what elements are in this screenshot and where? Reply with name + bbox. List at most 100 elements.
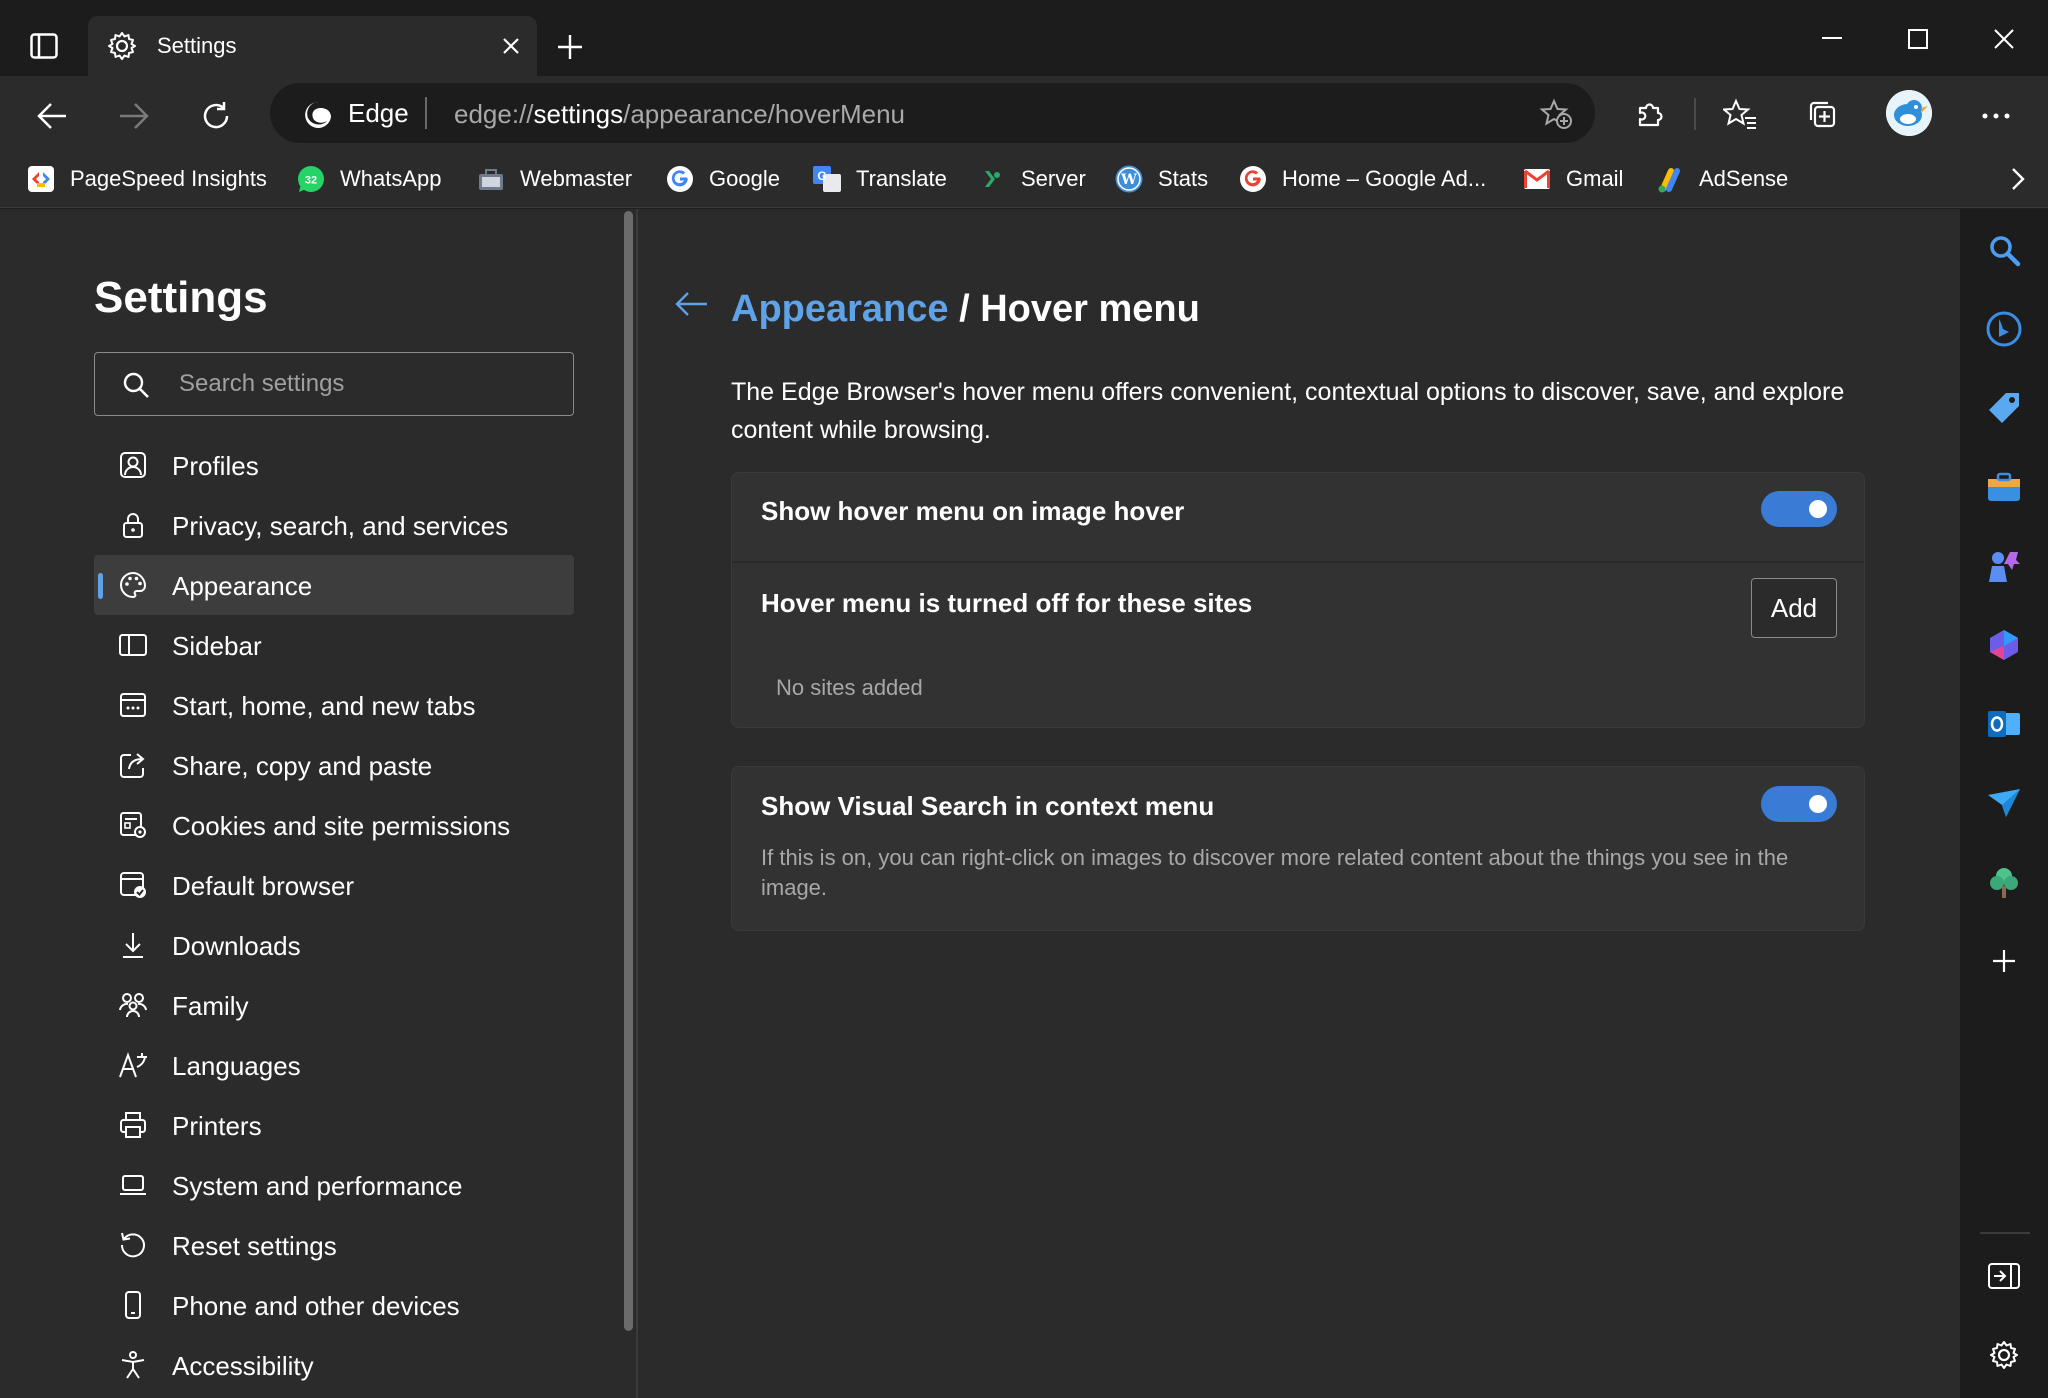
visual-search-card: Show Visual Search in context menu If th… xyxy=(731,766,1865,931)
toolbar-separator xyxy=(1694,98,1696,130)
new-tab-icon[interactable] xyxy=(554,31,586,63)
refresh-icon[interactable] xyxy=(198,98,234,134)
languages-icon xyxy=(118,1050,148,1080)
extensions-icon[interactable] xyxy=(1632,96,1668,132)
search-box[interactable] xyxy=(94,352,574,416)
nav-item-system[interactable]: System and performance xyxy=(94,1155,574,1215)
lock-icon xyxy=(118,510,148,540)
favorites-bar: PageSpeed Insights 32 WhatsApp Webmaster… xyxy=(0,152,2048,208)
shopping-tag-icon[interactable] xyxy=(1984,388,2024,428)
nav-item-accessibility[interactable]: Accessibility xyxy=(94,1335,574,1395)
phone-icon xyxy=(118,1290,148,1320)
scrollbar-thumb[interactable] xyxy=(624,211,633,1331)
copilot-icon[interactable] xyxy=(1984,625,2024,665)
favorite-pagespeed[interactable]: PageSpeed Insights xyxy=(26,160,267,198)
sidebar-icon xyxy=(118,630,148,660)
favorites-icon[interactable] xyxy=(1722,96,1758,132)
maximize-icon[interactable] xyxy=(1904,25,1932,53)
back-icon[interactable] xyxy=(34,98,70,134)
settings-nav: Settings Profiles Privacy, search, and s… xyxy=(0,209,636,1398)
forward-icon[interactable] xyxy=(116,98,152,134)
search-icon[interactable] xyxy=(1984,230,2024,270)
bing-chat-icon[interactable] xyxy=(1984,309,2024,349)
settings-content: Appearance / Hover menu The Edge Browser… xyxy=(638,209,1960,1398)
profile-avatar[interactable] xyxy=(1886,90,1932,136)
page-title: Settings xyxy=(94,273,268,322)
nav-item-printers[interactable]: Printers xyxy=(94,1095,574,1155)
favorite-translate[interactable]: G Translate xyxy=(812,160,947,198)
nav-item-share[interactable]: Share, copy and paste xyxy=(94,735,574,795)
google-icon xyxy=(1238,164,1268,194)
chevron-right-icon[interactable] xyxy=(2008,166,2028,192)
add-site-button[interactable]: Add xyxy=(1751,578,1837,638)
games-icon[interactable] xyxy=(1984,546,2024,586)
nav-item-phone[interactable]: Phone and other devices xyxy=(94,1275,574,1335)
visual-search-description: If this is on, you can right-click on im… xyxy=(761,845,1789,900)
tools-icon[interactable] xyxy=(1984,467,2024,507)
share-icon xyxy=(118,750,148,780)
breadcrumb-link-appearance[interactable]: Appearance xyxy=(731,288,949,330)
address-bar[interactable]: Edge edge://settings/appearance/hoverMen… xyxy=(270,83,1595,143)
outlook-icon[interactable] xyxy=(1984,704,2024,744)
hover-menu-toggle[interactable] xyxy=(1761,491,1837,527)
server-icon xyxy=(977,164,1007,194)
tab-actions-icon[interactable] xyxy=(28,30,60,62)
add-icon[interactable] xyxy=(1984,941,2024,981)
window-close-icon[interactable] xyxy=(1990,25,2018,53)
nav-item-start-home[interactable]: Start, home, and new tabs xyxy=(94,675,574,735)
nav-item-profiles[interactable]: Profiles xyxy=(94,435,574,495)
visual-search-toggle[interactable] xyxy=(1761,786,1837,822)
add-favorite-icon[interactable] xyxy=(1539,98,1573,130)
breadcrumb-separator: / xyxy=(959,288,970,330)
more-options-icon[interactable] xyxy=(1978,98,2014,134)
favorite-server[interactable]: Server xyxy=(977,160,1086,198)
close-icon[interactable] xyxy=(497,32,525,60)
favorite-whatsapp[interactable]: 32 WhatsApp xyxy=(296,160,442,198)
favorite-adsense[interactable]: AdSense xyxy=(1655,160,1788,198)
nav-scrollbar[interactable] xyxy=(621,209,636,1398)
nav-item-sidebar[interactable]: Sidebar xyxy=(94,615,574,675)
sidebar-separator xyxy=(1980,1232,2030,1234)
favorite-gmail[interactable]: Gmail xyxy=(1522,160,1623,198)
edge-logo-icon xyxy=(302,99,334,131)
search-input[interactable] xyxy=(179,365,559,403)
home-tabs-icon xyxy=(118,690,148,720)
default-browser-icon xyxy=(118,870,148,900)
nav-item-downloads[interactable]: Downloads xyxy=(94,915,574,975)
nav-item-default-browser[interactable]: Default browser xyxy=(94,855,574,915)
tree-icon[interactable] xyxy=(1984,862,2024,902)
nav-item-languages[interactable]: Languages xyxy=(94,1035,574,1095)
hide-sidebar-icon[interactable] xyxy=(1984,1256,2024,1296)
tab-settings[interactable]: Settings xyxy=(88,16,537,77)
url-text[interactable]: edge://settings/appearance/hoverMenu xyxy=(454,99,905,130)
back-arrow-icon[interactable] xyxy=(673,289,713,329)
browser-toolbar: Edge edge://settings/appearance/hoverMen… xyxy=(0,76,2048,152)
title-bar: Settings xyxy=(0,0,2048,77)
hover-menu-toggle-label: Show hover menu on image hover xyxy=(761,496,1185,526)
wordpress-icon: W xyxy=(1114,164,1144,194)
svg-text:32: 32 xyxy=(305,175,317,187)
collections-icon[interactable] xyxy=(1804,96,1840,132)
webmaster-icon xyxy=(476,164,506,194)
send-icon[interactable] xyxy=(1984,783,2024,823)
blocked-sites-title: Hover menu is turned off for these sites xyxy=(761,588,1253,618)
search-icon xyxy=(122,371,150,399)
visual-search-toggle-label: Show Visual Search in context menu xyxy=(761,791,1215,821)
palette-icon xyxy=(118,570,148,600)
favorite-google-ads[interactable]: Home – Google Ad... xyxy=(1238,160,1486,198)
nav-item-cookies[interactable]: Cookies and site permissions xyxy=(94,795,574,855)
pagespeed-icon xyxy=(26,164,56,194)
favorite-stats[interactable]: W Stats xyxy=(1114,160,1208,198)
address-separator xyxy=(425,97,427,129)
family-icon xyxy=(118,990,148,1020)
nav-item-family[interactable]: Family xyxy=(94,975,574,1035)
sidebar-settings-icon[interactable] xyxy=(1984,1335,2024,1375)
nav-item-reset[interactable]: Reset settings xyxy=(94,1215,574,1275)
breadcrumb-current: Hover menu xyxy=(980,288,1200,330)
favorite-webmaster[interactable]: Webmaster xyxy=(476,160,632,198)
nav-item-privacy[interactable]: Privacy, search, and services xyxy=(94,495,574,555)
minimize-icon[interactable] xyxy=(1818,24,1846,52)
favorite-google[interactable]: Google xyxy=(665,160,780,198)
whatsapp-icon: 32 xyxy=(296,164,326,194)
nav-item-appearance[interactable]: Appearance xyxy=(94,555,574,615)
